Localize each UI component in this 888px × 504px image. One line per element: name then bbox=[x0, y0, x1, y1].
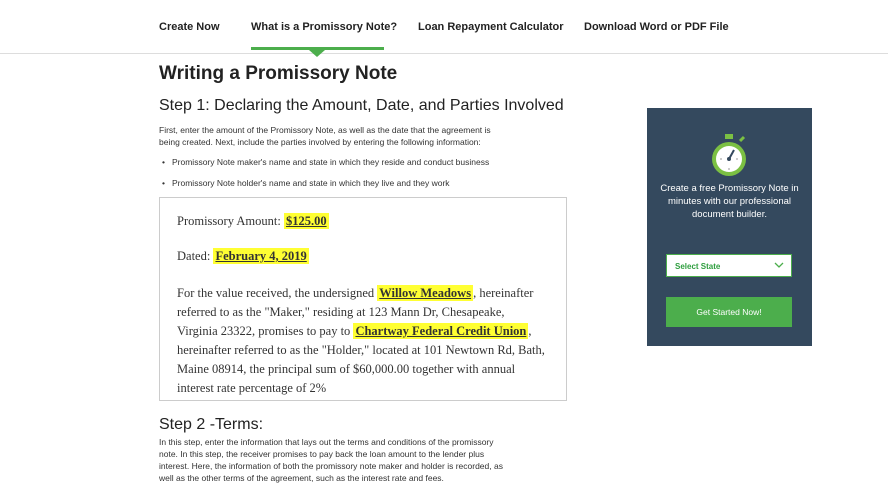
nav-loan-repayment-calculator[interactable]: Loan Repayment Calculator bbox=[418, 21, 563, 33]
top-nav: Create Now What is a Promissory Note? Lo… bbox=[0, 0, 888, 57]
state-select-value: Select State bbox=[675, 262, 721, 271]
nav-create-now[interactable]: Create Now bbox=[159, 21, 220, 33]
body-text: , hereinafter bbox=[473, 286, 534, 300]
body-line-3: Virginia 23322, promises to pay to Chart… bbox=[177, 323, 532, 339]
step1-bullet: Promissory Note holder's name and state … bbox=[162, 178, 450, 188]
step2-line: interest. Here, the information of both … bbox=[159, 461, 503, 471]
step1-intro-line1: First, enter the amount of the Promissor… bbox=[159, 125, 491, 135]
holder-name: Chartway Federal Credit Union bbox=[353, 323, 529, 339]
promissory-note-preview: Promissory Amount: $125.00 Dated: Februa… bbox=[159, 197, 567, 401]
stopwatch-icon bbox=[712, 134, 746, 176]
body-line-5: Maine 08914, the principal sum of $60,00… bbox=[177, 362, 516, 376]
step2-line: In this step, enter the information that… bbox=[159, 437, 494, 447]
sidebar-text: Create a free Promissory Note in minutes… bbox=[660, 183, 799, 220]
page-title: Writing a Promissory Note bbox=[159, 63, 398, 84]
body-line-1: For the value received, the undersigned … bbox=[177, 285, 534, 301]
step2-heading: Step 2 -Terms: bbox=[159, 416, 264, 433]
body-text: For the value received, the undersigned bbox=[177, 286, 375, 300]
step1-intro-line2: being created. Next, include the parties… bbox=[159, 137, 481, 147]
active-tab-caret bbox=[309, 50, 325, 57]
dated-value: February 4, 2019 bbox=[213, 248, 309, 264]
maker-name: Willow Meadows bbox=[377, 285, 474, 301]
body-line-2: referred to as the "Maker," residing at … bbox=[177, 305, 505, 319]
step2-line: note. In this step, the receiver promise… bbox=[159, 449, 485, 459]
step1-bullet: Promissory Note maker's name and state i… bbox=[162, 157, 489, 167]
cta-sidebar: Create a free Promissory Note in minutes… bbox=[647, 108, 812, 346]
body-line-4: hereinafter referred to as the "Holder,"… bbox=[177, 343, 545, 357]
body-line-6: interest rate percentage of 2% bbox=[177, 381, 327, 395]
dated-label: Dated: bbox=[177, 249, 211, 263]
get-started-button[interactable]: Get Started Now! bbox=[666, 297, 792, 327]
step2-line: well as the other terms of the agreement… bbox=[159, 473, 444, 483]
step1-heading: Step 1: Declaring the Amount, Date, and … bbox=[159, 97, 564, 114]
amount-label: Promissory Amount: bbox=[177, 214, 281, 228]
dated-line: Dated: February 4, 2019 bbox=[177, 248, 309, 264]
body-text: , bbox=[528, 324, 532, 338]
nav-what-is-promissory-note[interactable]: What is a Promissory Note? bbox=[251, 21, 397, 33]
nav-download-word-pdf[interactable]: Download Word or PDF File bbox=[584, 21, 729, 33]
body-text: Virginia 23322, promises to pay to bbox=[177, 324, 351, 338]
amount-value: $125.00 bbox=[283, 213, 329, 229]
state-select[interactable]: Select State bbox=[666, 254, 792, 277]
amount-line: Promissory Amount: $125.00 bbox=[177, 213, 329, 229]
chevron-down-icon bbox=[774, 262, 784, 268]
